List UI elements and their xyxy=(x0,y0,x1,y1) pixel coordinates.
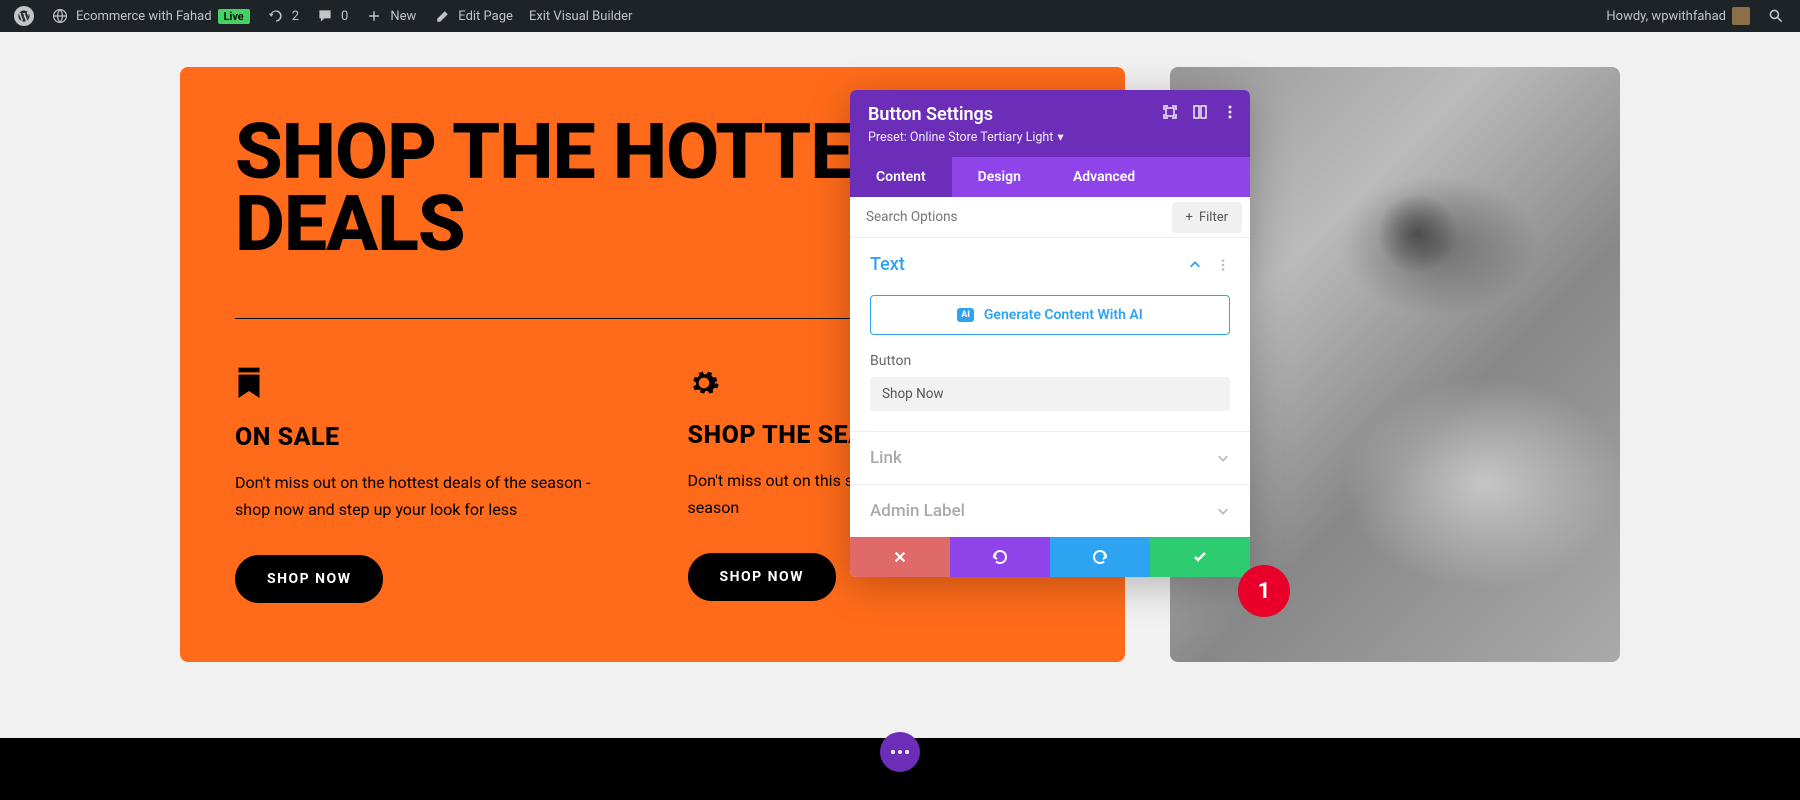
site-menu[interactable]: Ecommerce with Fahad Live xyxy=(42,0,258,32)
blurb-on-sale: ON SALE Don't miss out on the hottest de… xyxy=(235,367,618,603)
kebab-icon[interactable] xyxy=(1222,104,1238,120)
search-options-input[interactable] xyxy=(850,197,1172,237)
updates-menu[interactable]: 2 xyxy=(258,0,307,32)
shop-now-button[interactable]: shop now xyxy=(235,555,383,603)
section-text[interactable]: Text xyxy=(850,238,1250,291)
filter-button[interactable]: + Filter xyxy=(1172,202,1242,233)
live-badge: Live xyxy=(218,9,250,24)
button-text-input[interactable] xyxy=(870,377,1230,411)
generate-ai-button[interactable]: AI Generate Content With AI xyxy=(870,295,1230,335)
tab-design[interactable]: Design xyxy=(952,157,1047,197)
preset-selector[interactable]: Preset: Online Store Tertiary Light ▾ xyxy=(868,129,1232,145)
plus-icon: + xyxy=(1186,210,1193,225)
search-toggle[interactable] xyxy=(1758,0,1794,32)
new-label: New xyxy=(390,9,416,24)
wordpress-icon xyxy=(14,6,34,26)
comments-menu[interactable]: 0 xyxy=(307,0,356,32)
wp-logo[interactable] xyxy=(6,0,42,32)
section-admin-label[interactable]: Admin Label xyxy=(850,485,1250,537)
exit-vb-label: Exit Visual Builder xyxy=(529,9,632,24)
tab-advanced[interactable]: Advanced xyxy=(1047,157,1161,197)
check-icon xyxy=(1192,549,1208,565)
chevron-down-icon xyxy=(1216,451,1230,465)
comment-icon xyxy=(315,6,335,26)
avatar xyxy=(1732,7,1750,25)
tab-content[interactable]: Content xyxy=(850,157,952,197)
site-name: Ecommerce with Fahad xyxy=(76,9,212,24)
caret-down-icon: ▾ xyxy=(1057,129,1063,145)
shop-now-button[interactable]: shop now xyxy=(688,553,836,601)
search-icon xyxy=(1766,6,1786,26)
howdy-menu[interactable]: Howdy, wpwithfahad xyxy=(1598,0,1758,32)
blurb-text: Don't miss out on the hottest deals of t… xyxy=(235,470,618,523)
expand-icon[interactable] xyxy=(1192,104,1208,120)
module-settings-panel: Button Settings Preset: Online Store Ter… xyxy=(850,90,1250,577)
new-menu[interactable]: New xyxy=(356,0,424,32)
pencil-icon xyxy=(432,6,452,26)
exit-vb[interactable]: Exit Visual Builder xyxy=(521,0,640,32)
panel-footer xyxy=(850,537,1250,577)
panel-search-row: + Filter xyxy=(850,197,1250,238)
cancel-button[interactable] xyxy=(850,537,950,577)
comments-count: 0 xyxy=(341,9,348,24)
chevron-down-icon xyxy=(1216,504,1230,518)
edit-page-menu[interactable]: Edit Page xyxy=(424,0,521,32)
home-icon xyxy=(50,6,70,26)
ai-badge-icon: AI xyxy=(957,308,974,322)
snap-icon[interactable] xyxy=(1162,104,1178,120)
plus-icon xyxy=(364,6,384,26)
wp-admin-bar: Ecommerce with Fahad Live 2 0 New Edit xyxy=(0,0,1800,32)
bookmark-icon xyxy=(235,367,618,401)
undo-button[interactable] xyxy=(950,537,1050,577)
button-field-label: Button xyxy=(870,353,1230,369)
annotation-badge: 1 xyxy=(1238,565,1290,617)
panel-header[interactable]: Button Settings Preset: Online Store Ter… xyxy=(850,90,1250,157)
refresh-icon xyxy=(266,6,286,26)
kebab-icon[interactable] xyxy=(1216,258,1230,272)
panel-tabs: Content Design Advanced xyxy=(850,157,1250,197)
blurb-heading: ON SALE xyxy=(235,423,618,452)
section-link[interactable]: Link xyxy=(850,432,1250,484)
save-button[interactable] xyxy=(1150,537,1250,577)
chevron-up-icon xyxy=(1188,258,1202,272)
redo-icon xyxy=(1092,549,1108,565)
builder-fab[interactable] xyxy=(880,732,920,772)
updates-count: 2 xyxy=(292,9,299,24)
close-icon xyxy=(893,550,907,564)
edit-page-label: Edit Page xyxy=(458,9,513,24)
howdy-text: Howdy, wpwithfahad xyxy=(1606,9,1726,24)
redo-button[interactable] xyxy=(1050,537,1150,577)
undo-icon xyxy=(992,549,1008,565)
